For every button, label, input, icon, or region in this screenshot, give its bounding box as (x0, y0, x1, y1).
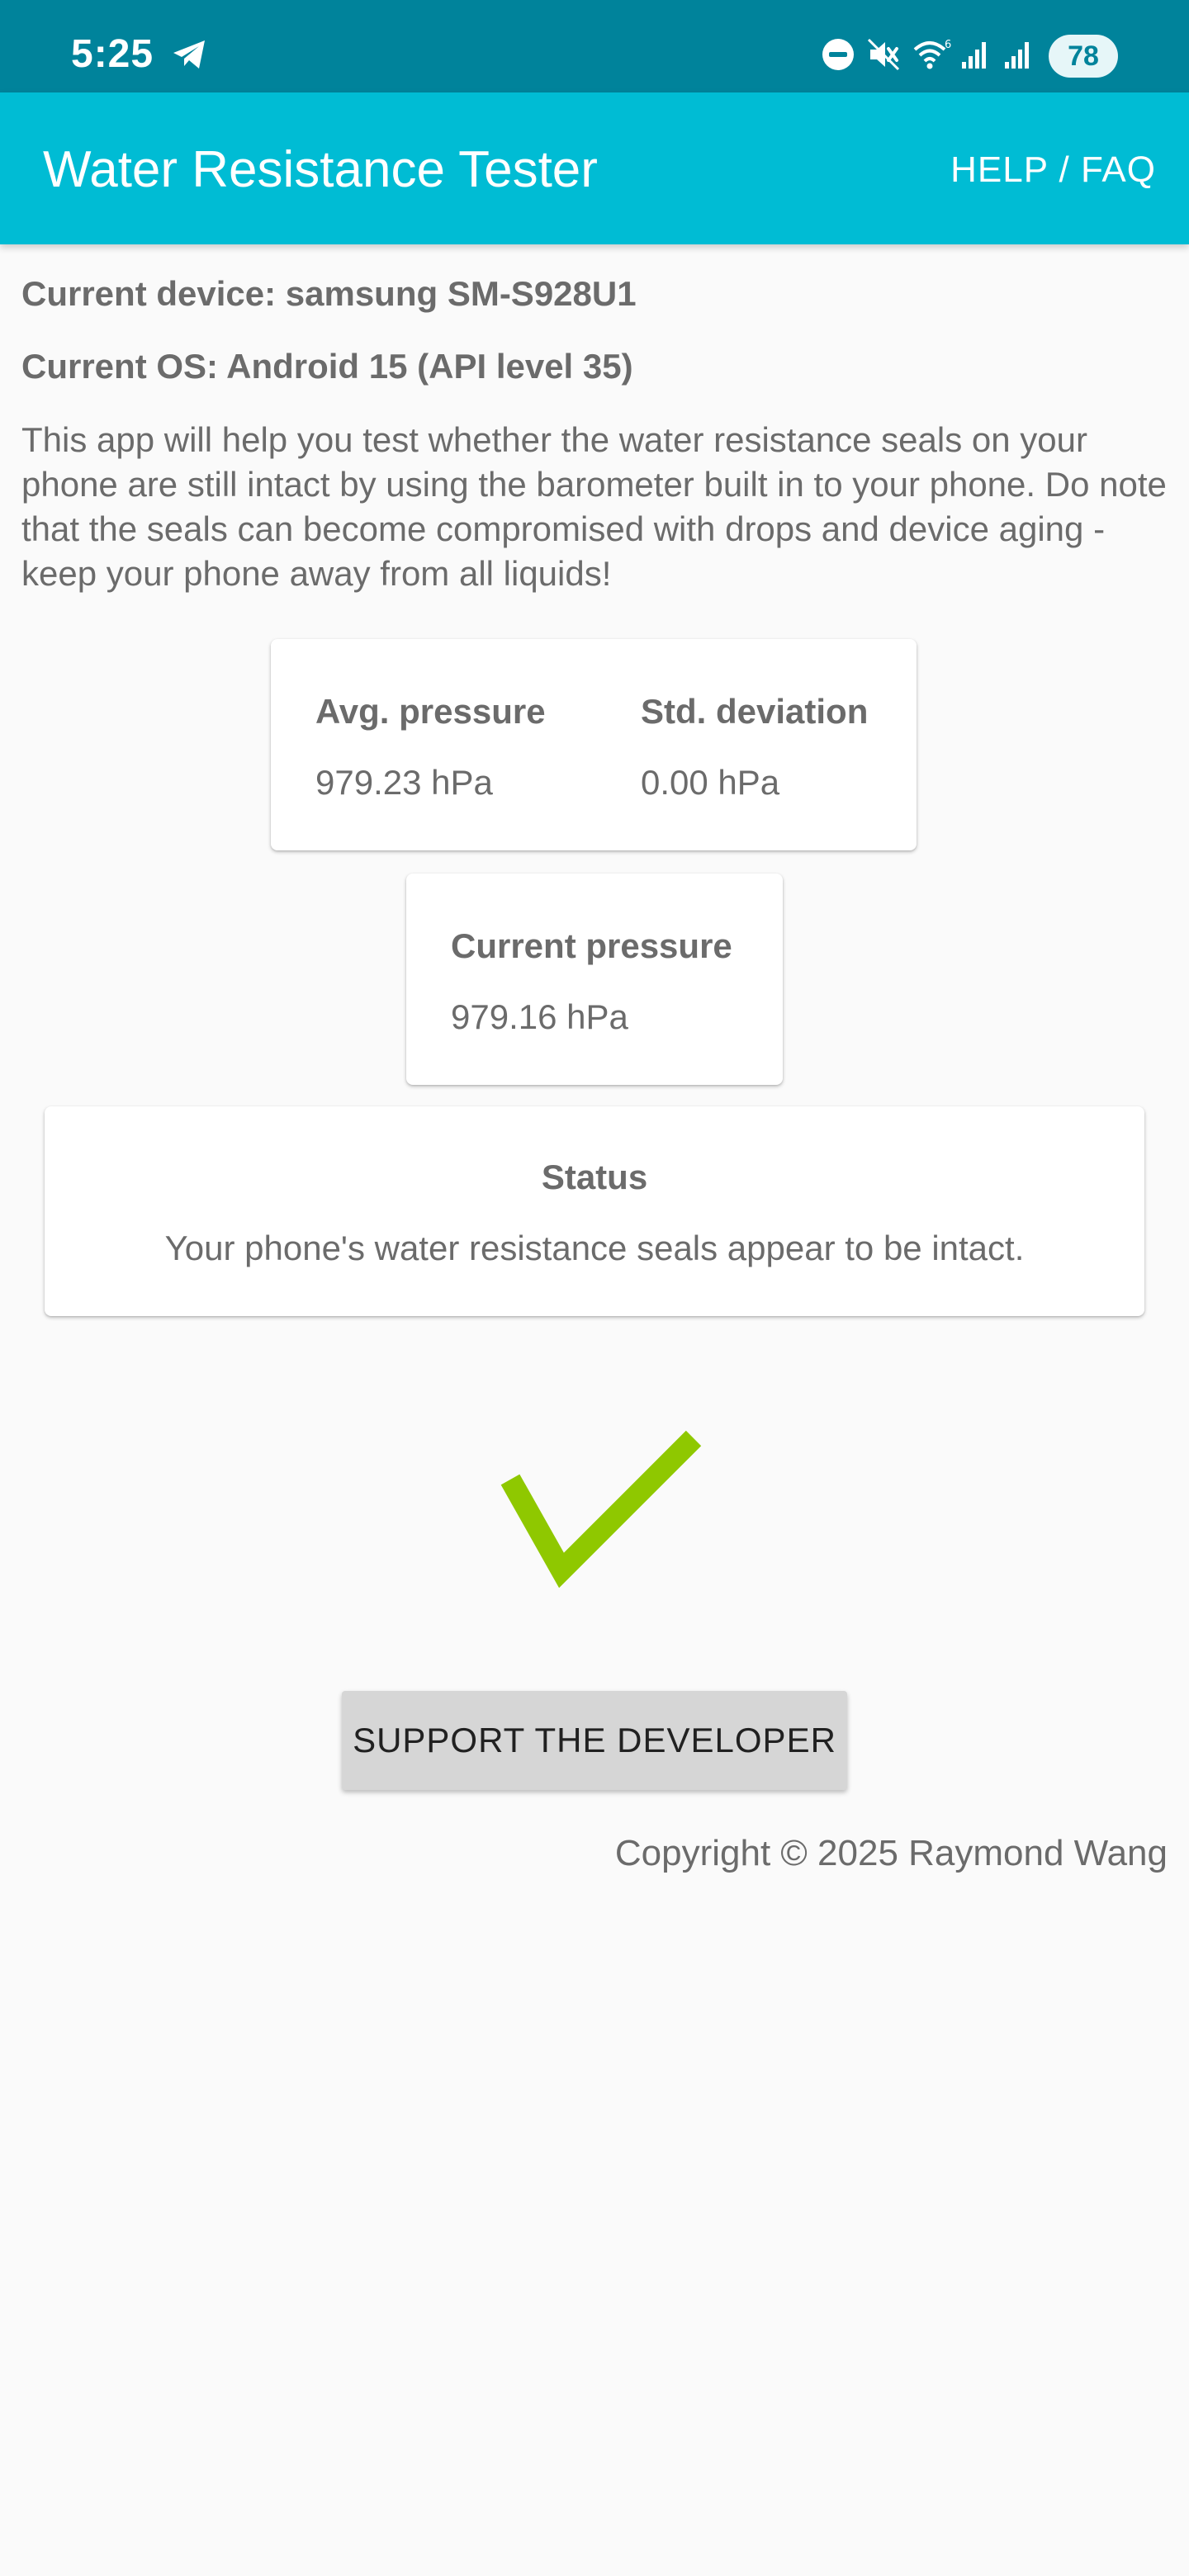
status-message: Your phone's water resistance seals appe… (164, 1229, 1025, 1267)
battery-indicator: 78 (1049, 35, 1118, 78)
app-title: Water Resistance Tester (43, 141, 598, 198)
checkmark-icon (500, 1430, 702, 1589)
muted-icon (864, 31, 903, 78)
svg-text:6: 6 (945, 39, 951, 51)
wifi-6-icon: 6 (908, 31, 956, 78)
current-pressure-card: Current pressure 979.16 hPa (406, 874, 783, 1085)
std-deviation-label: Std. deviation (641, 692, 869, 731)
avg-pressure-value: 979.23 hPa (315, 763, 493, 802)
current-device-label: Current device: samsung SM-S928U1 (21, 274, 637, 313)
signal-icon (958, 31, 994, 78)
status-title: Status (541, 1158, 648, 1196)
status-time: 5:25 (71, 32, 154, 76)
support-developer-button[interactable]: SUPPORT THE DEVELOPER (342, 1691, 847, 1790)
status-card: Status Your phone's water resistance sea… (45, 1106, 1144, 1316)
app-description: This app will help you test whether the … (21, 420, 1167, 593)
do-not-disturb-icon (817, 31, 859, 78)
current-pressure-value: 979.16 hPa (451, 997, 628, 1036)
avg-pressure-label: Avg. pressure (315, 692, 546, 731)
help-faq-button[interactable]: HELP / FAQ (950, 149, 1156, 192)
copyright-text: Copyright © 2025 Raymond Wang (614, 1833, 1168, 1873)
telegram-icon (168, 31, 211, 78)
current-os-label: Current OS: Android 15 (API level 35) (21, 347, 633, 386)
current-pressure-label: Current pressure (451, 926, 732, 965)
app-bar: Water Resistance Tester HELP / FAQ (0, 92, 1189, 244)
pressure-stats-card: Avg. pressure 979.23 hPa Std. deviation … (271, 639, 917, 850)
status-bar: 5:25 6 78 (0, 0, 1189, 92)
std-deviation-value: 0.00 hPa (641, 763, 780, 802)
signal-icon (1001, 31, 1037, 78)
